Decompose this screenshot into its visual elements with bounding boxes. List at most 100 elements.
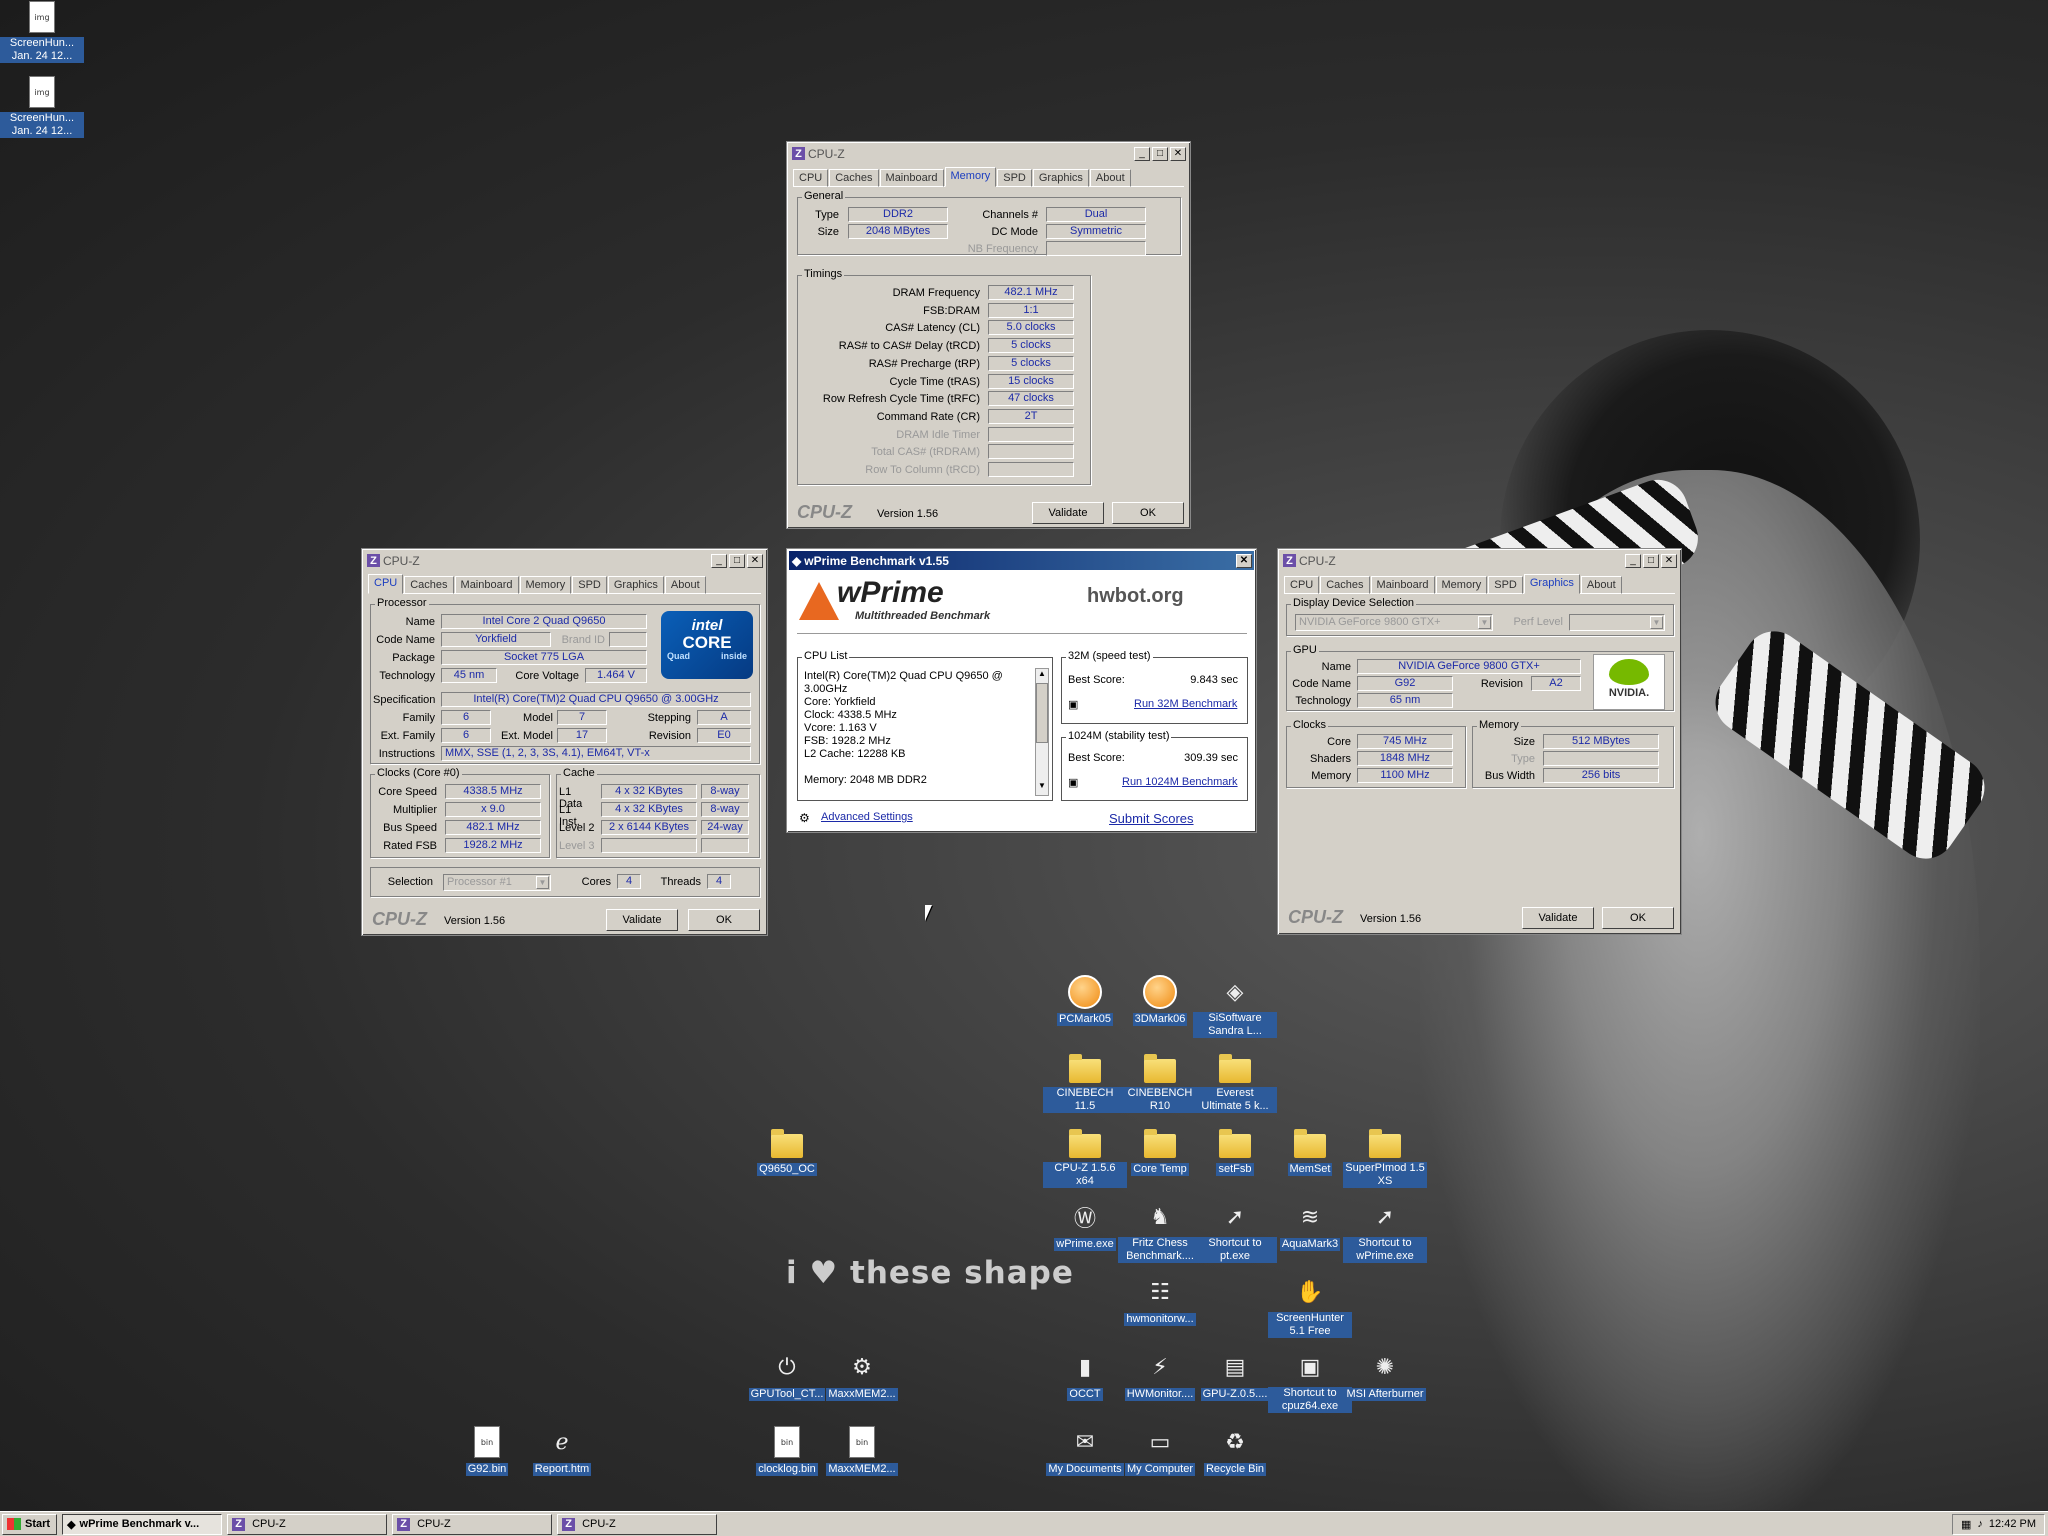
tab-memory[interactable]: Memory (519, 576, 572, 594)
desktop-icon[interactable]: ♻ Recycle Bin (1193, 1425, 1277, 1476)
tab-caches[interactable]: Caches (404, 576, 454, 594)
advanced-settings-link[interactable]: Advanced Settings (821, 811, 913, 823)
validate-button[interactable]: Validate (606, 909, 678, 931)
title-bar[interactable]: ◆ wPrime Benchmark v1.55 ✕ (789, 551, 1254, 570)
desktop-icon[interactable]: CPU-Z 1.5.6 x64 (1043, 1125, 1127, 1188)
desktop-icon[interactable]: ✉ My Documents (1043, 1425, 1127, 1476)
start-button[interactable]: Start (2, 1513, 58, 1535)
desktop-icon[interactable]: ⓌwPrime.exe (1043, 1200, 1127, 1251)
tab-about[interactable]: About (1089, 169, 1131, 187)
validate-button[interactable]: Validate (1032, 502, 1104, 524)
ok-button[interactable]: OK (688, 909, 760, 931)
desktop-icon[interactable]: ⚡ HWMonitor.... (1118, 1350, 1202, 1401)
cpuz-graphics-window[interactable]: Z CPU-Z _ □ ✕ CPU Caches Mainboard Memory … (1277, 548, 1682, 935)
desktop-icon[interactable]: ℯ Report.htm (520, 1425, 604, 1476)
title-bar[interactable]: Z CPU-Z _ □ ✕ (364, 551, 765, 570)
tab-spd[interactable]: SPD (572, 576, 607, 594)
run-1024m-benchmark-link[interactable]: Run 1024M Benchmark (1122, 776, 1238, 788)
desktop-icon[interactable]: ✋ ScreenHunter 5.1 Free (1268, 1275, 1352, 1338)
desktop-icon[interactable]: ⚙ MaxxMEM2... (820, 1350, 904, 1401)
taskbar-item-wprime[interactable]: ◆ wPrime Benchmark v... (62, 1513, 223, 1535)
ok-button[interactable]: OK (1602, 907, 1674, 929)
desktop-icon[interactable]: bin clocklog.bin (745, 1425, 829, 1476)
desktop-icon[interactable]: bin MaxxMEM2... (820, 1425, 904, 1476)
perf-level-combo[interactable]: ▼ (1569, 614, 1665, 631)
chevron-down-icon[interactable]: ▼ (536, 876, 549, 889)
tab-spd[interactable]: SPD (997, 169, 1032, 187)
desktop-icon[interactable]: MemSet (1268, 1125, 1352, 1176)
cpuz-cpu-window[interactable]: Z CPU-Z _ □ ✕ CPU Caches Mainboard Memory … (361, 548, 768, 936)
taskbar-item-cpuz-1[interactable]: Z CPU-Z (227, 1513, 388, 1535)
desktop-icon[interactable]: img ScreenHun... Jan. 24 12... (0, 0, 84, 63)
tab-caches[interactable]: Caches (1320, 576, 1370, 594)
tab-about[interactable]: About (1580, 576, 1622, 594)
title-bar[interactable]: Z CPU-Z _ □ ✕ (1280, 551, 1679, 570)
maximize-button[interactable]: □ (729, 553, 745, 568)
tab-mainboard[interactable]: Mainboard (454, 576, 519, 594)
chevron-down-icon[interactable]: ▼ (1650, 616, 1663, 629)
close-button[interactable]: ✕ (1661, 553, 1677, 568)
scroll-up-arrow-icon[interactable]: ▲ (1036, 669, 1048, 683)
tab-caches[interactable]: Caches (829, 169, 879, 187)
tab-cpu[interactable]: CPU (368, 574, 404, 594)
desktop-icon[interactable]: ➚ Shortcut to pt.exe (1193, 1200, 1277, 1263)
desktop-icon[interactable]: img ScreenHun... Jan. 24 12... (0, 75, 84, 138)
processor-selection-combo[interactable]: Processor #1 ▼ (443, 874, 551, 891)
submit-scores-link[interactable]: Submit Scores (1109, 811, 1194, 826)
validate-button[interactable]: Validate (1522, 907, 1594, 929)
desktop-icon[interactable]: ⏻ GPUTool_CT... (745, 1350, 829, 1401)
desktop-icon[interactable]: ▭ My Computer (1118, 1425, 1202, 1476)
cpu-list-scrollbar[interactable]: ▲ ▼ (1035, 668, 1049, 796)
desktop-icon[interactable]: ➚ Shortcut to wPrime.exe (1343, 1200, 1427, 1263)
tab-graphics[interactable]: Graphics (1523, 574, 1580, 594)
minimize-button[interactable]: _ (1625, 553, 1641, 568)
desktop-icon[interactable]: 3DMark06 (1118, 975, 1202, 1026)
wprime-window[interactable]: ◆ wPrime Benchmark v1.55 ✕ wPrime Multit… (786, 548, 1257, 833)
desktop-icon[interactable]: ◈ SiSoftware Sandra L... (1193, 975, 1277, 1038)
desktop-icon[interactable]: ▣ Shortcut to cpuz64.exe (1268, 1350, 1352, 1413)
desktop-icon[interactable]: ☷ hwmonitorw... (1118, 1275, 1202, 1326)
desktop-icon[interactable]: Core Temp (1118, 1125, 1202, 1176)
desktop-icon[interactable]: Q9650_OC (745, 1125, 829, 1176)
close-button[interactable]: ✕ (1236, 553, 1252, 568)
desktop-icon[interactable]: ≋ AquaMark3 (1268, 1200, 1352, 1251)
taskbar-item-cpuz-3[interactable]: Z CPU-Z (557, 1513, 718, 1535)
hwbot-logo[interactable]: hwbot.org (1087, 585, 1184, 608)
title-bar[interactable]: Z CPU-Z _ □ ✕ (789, 144, 1188, 163)
display-device-combo[interactable]: NVIDIA GeForce 9800 GTX+ ▼ (1295, 614, 1493, 631)
desktop-icon[interactable]: CINEBECH 11.5 (1043, 1050, 1127, 1113)
desktop-icon[interactable]: ▮ OCCT (1043, 1350, 1127, 1401)
tab-mainboard[interactable]: Mainboard (1370, 576, 1435, 594)
chevron-down-icon[interactable]: ▼ (1478, 616, 1491, 629)
scroll-down-arrow-icon[interactable]: ▼ (1036, 781, 1048, 795)
tab-graphics[interactable]: Graphics (607, 576, 664, 594)
tray-network-icon[interactable]: ▦ (1961, 1518, 1971, 1531)
tab-cpu[interactable]: CPU (793, 169, 829, 187)
desktop-icon[interactable]: ▤ GPU-Z.0.5.... (1193, 1350, 1277, 1401)
close-button[interactable]: ✕ (1170, 146, 1186, 161)
tab-graphics[interactable]: Graphics (1032, 169, 1089, 187)
taskbar-item-cpuz-2[interactable]: Z CPU-Z (392, 1513, 553, 1535)
tray-volume-icon[interactable]: ♪ (1977, 1518, 1983, 1530)
minimize-button[interactable]: _ (711, 553, 727, 568)
tab-about[interactable]: About (664, 576, 706, 594)
wrench-icon[interactable]: ⚙ (799, 811, 810, 825)
tab-spd[interactable]: SPD (1488, 576, 1523, 594)
desktop-icon[interactable]: setFsb (1193, 1125, 1277, 1176)
desktop-icon[interactable]: Everest Ultimate 5 k... (1193, 1050, 1277, 1113)
ok-button[interactable]: OK (1112, 502, 1184, 524)
cpuz-memory-window[interactable]: Z CPU-Z _ □ ✕ CPU Caches Mainboard Memory … (786, 141, 1191, 529)
scrollbar-thumb[interactable] (1036, 683, 1048, 743)
tab-mainboard[interactable]: Mainboard (879, 169, 944, 187)
tab-memory[interactable]: Memory (1435, 576, 1488, 594)
desktop-icon[interactable]: SuperPImod 1.5 XS (1343, 1125, 1427, 1188)
minimize-button[interactable]: _ (1134, 146, 1150, 161)
desktop-icon[interactable]: CINEBENCH R10 (1118, 1050, 1202, 1113)
close-button[interactable]: ✕ (747, 553, 763, 568)
save-disk-icon[interactable]: ▣ (1068, 698, 1078, 711)
maximize-button[interactable]: □ (1152, 146, 1168, 161)
tab-cpu[interactable]: CPU (1284, 576, 1320, 594)
run-32m-benchmark-link[interactable]: Run 32M Benchmark (1134, 698, 1237, 710)
save-disk-icon[interactable]: ▣ (1068, 776, 1078, 789)
desktop-icon[interactable]: bin G92.bin (445, 1425, 529, 1476)
